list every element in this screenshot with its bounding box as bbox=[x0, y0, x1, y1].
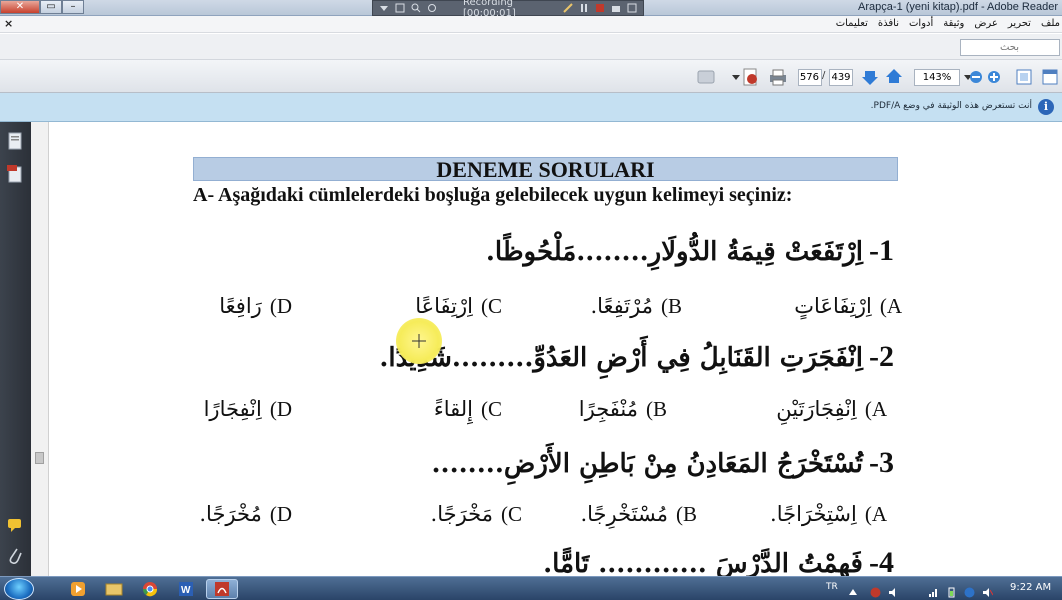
windows-taskbar: W TR 9:22 AM bbox=[0, 576, 1062, 600]
search-input[interactable] bbox=[960, 39, 1060, 56]
window-title: Arapça-1 (yeni kitap).pdf - Adobe Reader bbox=[858, 1, 1058, 13]
menu-items: ملف تحرير عرض وثيقة أدوات نافذة تعليمات bbox=[836, 18, 1060, 29]
menu-help[interactable]: تعليمات bbox=[836, 18, 868, 29]
media-player-task-icon[interactable] bbox=[62, 579, 94, 599]
menu-edit[interactable]: تحرير bbox=[1008, 18, 1031, 29]
window-titlebar: ✕ ▭ – Recording [00:00:01] Arapça-1 (yen… bbox=[0, 0, 1062, 19]
menu-bar: × ملف تحرير عرض وثيقة أدوات نافذة تعليما… bbox=[0, 16, 1062, 33]
previous-page-icon[interactable] bbox=[884, 67, 904, 87]
cursor-crosshair-icon bbox=[412, 333, 426, 348]
question-1: 1-اِرْتَفَعَتْ قِيمَةُ الدُّولَارِ......… bbox=[486, 234, 894, 268]
document-title: DENEME SORULARI bbox=[193, 157, 898, 182]
question-text: فَهِمْتُ الدَّرْسَ ............ تَامًّا. bbox=[543, 549, 863, 576]
collaborate-icon[interactable] bbox=[696, 67, 716, 87]
instruction-text: A- Aşağıdaki cümlelerdeki boşluğa gelebi… bbox=[193, 184, 793, 206]
paperclip-icon[interactable] bbox=[7, 546, 24, 566]
dropdown-icon[interactable] bbox=[379, 3, 389, 13]
pages-panel-icon[interactable] bbox=[7, 132, 24, 152]
option-3d: D)مُخْرَجًا. bbox=[199, 502, 292, 526]
attachments-panel-icon[interactable] bbox=[7, 164, 24, 184]
create-pdf-icon[interactable] bbox=[740, 67, 760, 87]
question-3: 3-تُسْتَخْرَجُ المَعَادِنُ مِنْ بَاطِنِ … bbox=[431, 446, 894, 480]
speaker-muted-icon[interactable] bbox=[982, 583, 994, 597]
option-2c: C)إِلقاءً bbox=[433, 397, 502, 421]
scrollbar-thumb[interactable] bbox=[35, 452, 44, 464]
info-icon: i bbox=[1038, 99, 1054, 115]
window-controls: ✕ ▭ – bbox=[0, 0, 84, 15]
window-maximize-button[interactable]: ▭ bbox=[40, 0, 62, 14]
explorer-task-icon[interactable] bbox=[98, 579, 130, 599]
question-number: 2- bbox=[869, 340, 894, 373]
bluetooth-icon[interactable] bbox=[964, 583, 975, 598]
close-document-icon[interactable]: × bbox=[4, 17, 13, 30]
clock[interactable]: 9:22 AM bbox=[1010, 582, 1051, 593]
page-number-input[interactable]: 576 bbox=[798, 69, 822, 86]
full-screen-icon[interactable] bbox=[1040, 67, 1060, 87]
svg-text:W: W bbox=[181, 585, 191, 596]
zoom-field[interactable]: 143% bbox=[914, 69, 960, 86]
volume-icon[interactable] bbox=[888, 583, 898, 597]
page-total: 439 bbox=[829, 69, 853, 86]
refresh-icon[interactable] bbox=[427, 3, 437, 13]
menu-view[interactable]: عرض bbox=[974, 18, 998, 29]
option-1c: C)اِرْتِفَاعًا bbox=[415, 294, 502, 318]
recording-toolbar: Recording [00:00:01] bbox=[372, 0, 644, 19]
option-1d: D)رَافِعًا bbox=[219, 294, 292, 318]
question-number: 1- bbox=[869, 234, 894, 267]
pdfa-info-bar: أنت تستعرض هذه الوثيقة في وضع PDF/A. i bbox=[0, 93, 1062, 122]
option-3a: A)اِسْتِخْرَاجًا. bbox=[770, 502, 887, 526]
stop-icon[interactable] bbox=[595, 3, 605, 13]
option-1a: A)اِرْتِفَاعَاتٍ bbox=[794, 294, 902, 318]
option-2d: D)اِنْفِجَارًا bbox=[203, 397, 292, 421]
tray-arrow-icon[interactable] bbox=[848, 583, 858, 595]
navigation-pane bbox=[0, 122, 31, 576]
menu-window[interactable]: نافذة bbox=[878, 18, 899, 29]
next-page-icon[interactable] bbox=[860, 67, 880, 87]
menu-document[interactable]: وثيقة bbox=[943, 18, 964, 29]
menu-file[interactable]: ملف bbox=[1041, 18, 1060, 29]
search-row bbox=[0, 34, 1062, 60]
language-indicator[interactable]: TR bbox=[826, 582, 838, 592]
question-text: اِرْتَفَعَتْ قِيمَةُ الدُّولَارِ........… bbox=[485, 237, 863, 267]
question-number: 4- bbox=[869, 546, 894, 576]
print-icon[interactable] bbox=[768, 67, 788, 87]
settings-icon[interactable] bbox=[627, 3, 637, 13]
comments-panel-icon[interactable] bbox=[7, 514, 24, 534]
battery-icon[interactable] bbox=[946, 583, 956, 598]
question-2: 2-اِنْفَجَرَتِ القَنَابِلُ فِي أَرْضِ ال… bbox=[379, 340, 894, 374]
question-text: تُسْتَخْرَجُ المَعَادِنُ مِنْ بَاطِنِ ال… bbox=[431, 449, 863, 479]
main-toolbar: 576 / 439 143% bbox=[0, 60, 1062, 93]
option-3c: C)مَخْرَجًا. bbox=[430, 502, 522, 526]
chrome-task-icon[interactable] bbox=[134, 579, 166, 599]
window-minimize-button[interactable]: – bbox=[62, 0, 84, 14]
camera-icon[interactable] bbox=[611, 3, 621, 13]
option-2b: B)مُنْفَجِرًا bbox=[578, 397, 667, 421]
word-task-icon[interactable]: W bbox=[170, 579, 202, 599]
tray-record-icon[interactable] bbox=[870, 583, 881, 598]
pause-icon[interactable] bbox=[579, 3, 589, 13]
document-view[interactable]: DENEME SORULARI A- Aşağıdaki cümlelerdek… bbox=[50, 122, 1062, 576]
zoom-icon[interactable] bbox=[411, 3, 421, 13]
start-button[interactable] bbox=[4, 578, 34, 600]
pen-icon[interactable] bbox=[563, 3, 573, 13]
window-icon[interactable] bbox=[395, 3, 405, 13]
network-icon[interactable] bbox=[928, 583, 938, 597]
zoom-in-icon[interactable] bbox=[984, 67, 1004, 87]
menu-tools[interactable]: أدوات bbox=[909, 18, 933, 29]
adobe-reader-task-icon[interactable] bbox=[206, 579, 238, 599]
page-separator: / bbox=[822, 70, 826, 81]
zoom-out-icon[interactable] bbox=[966, 67, 986, 87]
option-1b: B)مُرْتَفِعًا. bbox=[590, 294, 682, 318]
option-2a: A)اِنْفِجَارَتَيْنِ bbox=[776, 397, 887, 421]
window-close-button[interactable]: ✕ bbox=[0, 0, 40, 14]
fit-page-icon[interactable] bbox=[1014, 67, 1034, 87]
left-scrollbar[interactable] bbox=[31, 122, 49, 576]
question-4: 4-فَهِمْتُ الدَّرْسَ ............ تَامًّ… bbox=[543, 546, 894, 576]
option-3b: B)مُسْتَخْرِجًا. bbox=[580, 502, 697, 526]
question-text: اِنْفَجَرَتِ القَنَابِلُ فِي أَرْضِ العَ… bbox=[379, 343, 863, 373]
info-message: أنت تستعرض هذه الوثيقة في وضع PDF/A. bbox=[870, 101, 1032, 111]
question-number: 3- bbox=[869, 446, 894, 479]
